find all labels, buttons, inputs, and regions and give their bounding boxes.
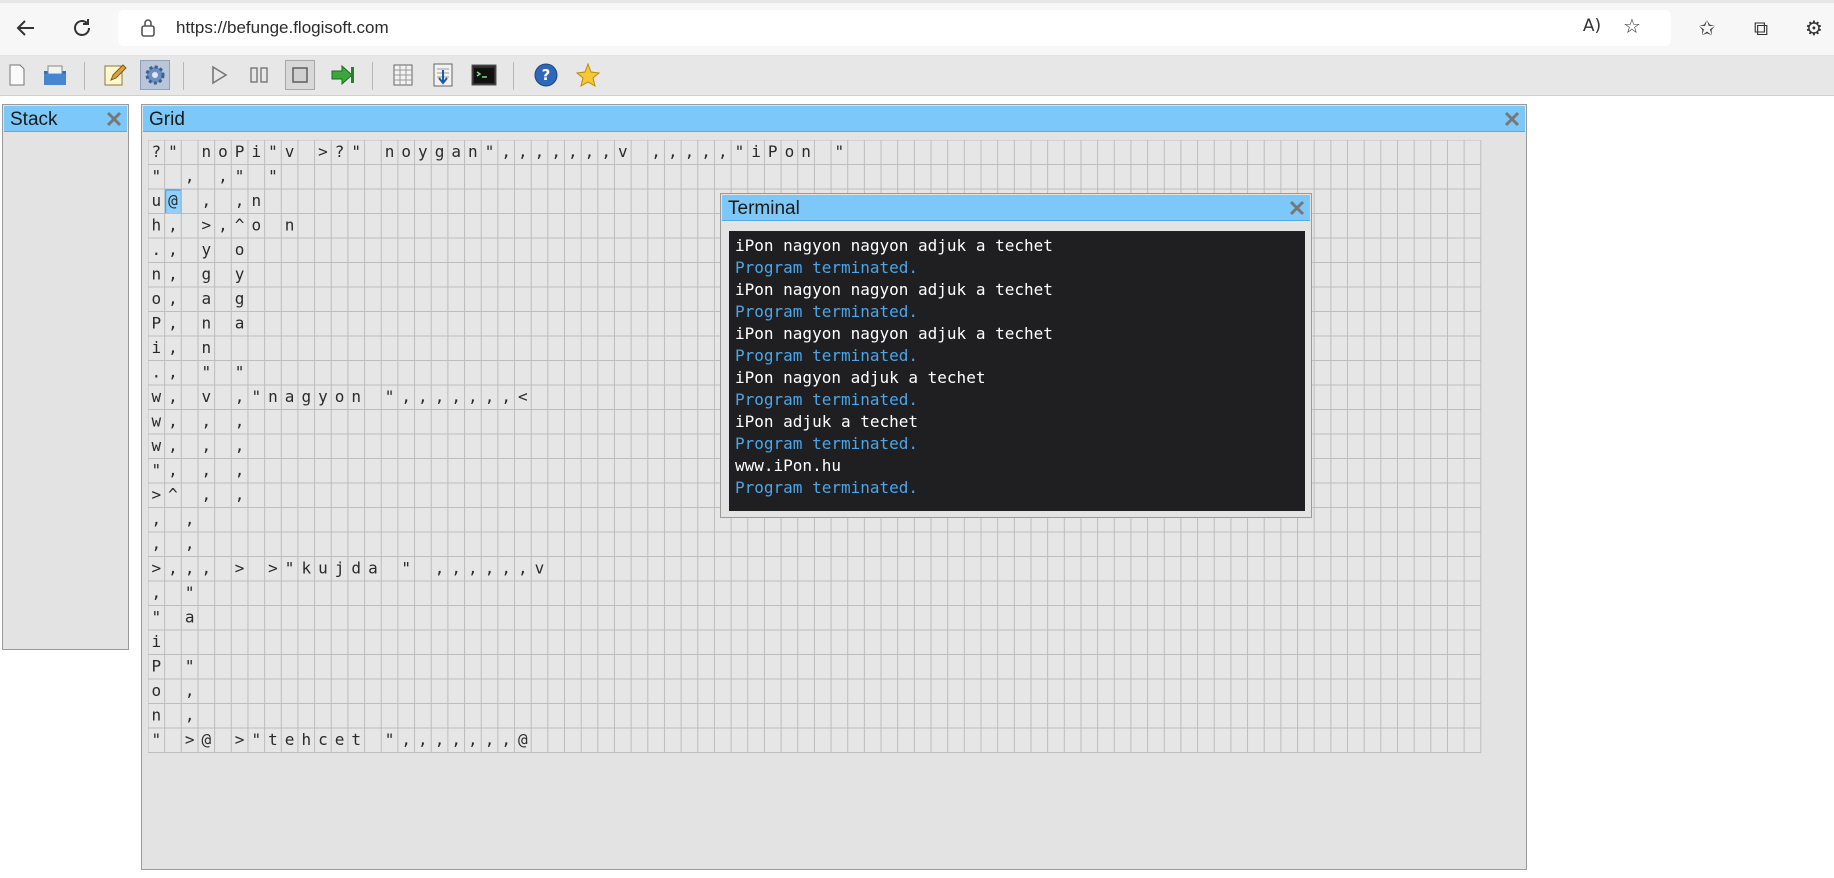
terminal-titlebar[interactable]: Terminal — [722, 195, 1310, 221]
add-favorite-icon[interactable]: ☆ — [1618, 12, 1646, 40]
terminal-status-line: Program terminated. — [735, 258, 919, 277]
terminal-output-line: iPon nagyon nagyon adjuk a techet — [735, 280, 1053, 299]
toolbar-separator — [84, 62, 85, 90]
extensions-icon[interactable]: ⚙ — [1800, 14, 1828, 42]
app-toolbar: ? — [0, 56, 1834, 96]
stack-view-button[interactable] — [428, 60, 458, 90]
about-button[interactable] — [573, 60, 603, 90]
grid-row: , , — [152, 510, 195, 529]
terminal-status-line: Program terminated. — [735, 390, 919, 409]
toolbar-separator — [372, 62, 373, 90]
terminal-icon — [471, 64, 497, 86]
new-file-button[interactable] — [2, 60, 32, 90]
favorites-icon[interactable]: ✩ — [1693, 14, 1721, 42]
terminal-output-line: iPon nagyon adjuk a techet — [735, 368, 986, 387]
stack-titlebar[interactable]: Stack — [4, 106, 127, 132]
terminal-output-line: www.iPon.hu — [735, 456, 841, 475]
back-button[interactable] — [10, 12, 42, 44]
open-folder-icon — [44, 65, 66, 85]
tab-strip-edge — [0, 0, 1834, 3]
grid-row: w, v ,"nagyon ",,,,,,,< — [152, 387, 528, 406]
terminal-status-line: Program terminated. — [735, 346, 919, 365]
grid-icon — [393, 64, 413, 86]
terminal-title: Terminal — [728, 198, 800, 219]
open-button[interactable] — [40, 60, 70, 90]
terminal-status-line: Program terminated. — [735, 478, 919, 497]
terminal-status-line: Program terminated. — [735, 434, 919, 453]
stop-icon — [292, 67, 308, 83]
help-icon: ? — [534, 63, 558, 87]
grid-row: h, >,^o n — [152, 216, 295, 235]
stop-button[interactable] — [285, 60, 315, 90]
play-icon — [212, 65, 228, 85]
address-bar[interactable]: https://befunge.flogisoft.com A) ☆ — [118, 10, 1671, 46]
toolbar-separator — [183, 62, 184, 90]
close-icon — [1289, 200, 1305, 216]
settings-button[interactable] — [140, 60, 170, 90]
svg-text:?: ? — [542, 66, 551, 84]
edit-pencil-icon — [104, 64, 127, 86]
star-icon — [575, 62, 601, 88]
grid-row: i — [152, 632, 162, 651]
terminal-panel: Terminal iPon nagyon nagyon adjuk a tech… — [720, 193, 1312, 518]
stack-title: Stack — [10, 109, 58, 130]
terminal-output-line: iPon adjuk a techet — [735, 412, 919, 431]
grid-row: o , — [152, 681, 195, 700]
close-icon — [1504, 111, 1520, 127]
browser-toolbar: https://befunge.flogisoft.com A) ☆ ✩ ⧉ ⚙ — [0, 0, 1834, 56]
help-button[interactable]: ? — [531, 60, 561, 90]
terminal-close-button[interactable] — [1287, 198, 1307, 218]
back-arrow-icon — [16, 20, 34, 36]
terminal-output-line: iPon nagyon nagyon adjuk a techet — [735, 236, 1053, 255]
step-icon — [331, 64, 354, 86]
run-button[interactable] — [204, 60, 234, 90]
grid-view-button[interactable] — [388, 60, 418, 90]
gear-icon — [145, 65, 165, 85]
grid-close-button[interactable] — [1502, 109, 1522, 129]
lock-icon — [140, 18, 156, 42]
grid-titlebar[interactable]: Grid — [143, 106, 1525, 132]
grid-row: n , — [152, 706, 195, 725]
grid-row: P " — [152, 657, 195, 676]
stack-icon — [433, 63, 453, 87]
grid-row: , , — [152, 534, 195, 553]
terminal-output[interactable]: iPon nagyon nagyon adjuk a techet Program… — [729, 231, 1305, 511]
read-aloud-icon[interactable]: A) — [1578, 12, 1606, 40]
url-text[interactable]: https://befunge.flogisoft.com — [176, 18, 389, 38]
grid-row: " a — [152, 608, 195, 627]
reload-icon — [74, 19, 90, 36]
grid-row: " >@ >"tehcet ",,,,,,,@ — [152, 730, 529, 749]
step-button[interactable] — [328, 60, 358, 90]
stack-panel: Stack — [2, 104, 129, 650]
grid-row: , " — [152, 583, 195, 602]
pause-icon — [250, 67, 268, 83]
grid-title: Grid — [149, 109, 185, 130]
reload-button[interactable] — [66, 12, 98, 44]
pause-button[interactable] — [244, 60, 274, 90]
toolbar-separator — [513, 62, 514, 90]
close-icon — [106, 111, 122, 127]
stack-close-button[interactable] — [104, 109, 124, 129]
new-file-icon — [9, 64, 25, 86]
terminal-status-line: Program terminated. — [735, 302, 919, 321]
edit-button[interactable] — [100, 60, 130, 90]
terminal-view-button[interactable] — [469, 60, 499, 90]
terminal-output-line: iPon nagyon nagyon adjuk a techet — [735, 324, 1053, 343]
collections-icon[interactable]: ⧉ — [1747, 14, 1775, 42]
